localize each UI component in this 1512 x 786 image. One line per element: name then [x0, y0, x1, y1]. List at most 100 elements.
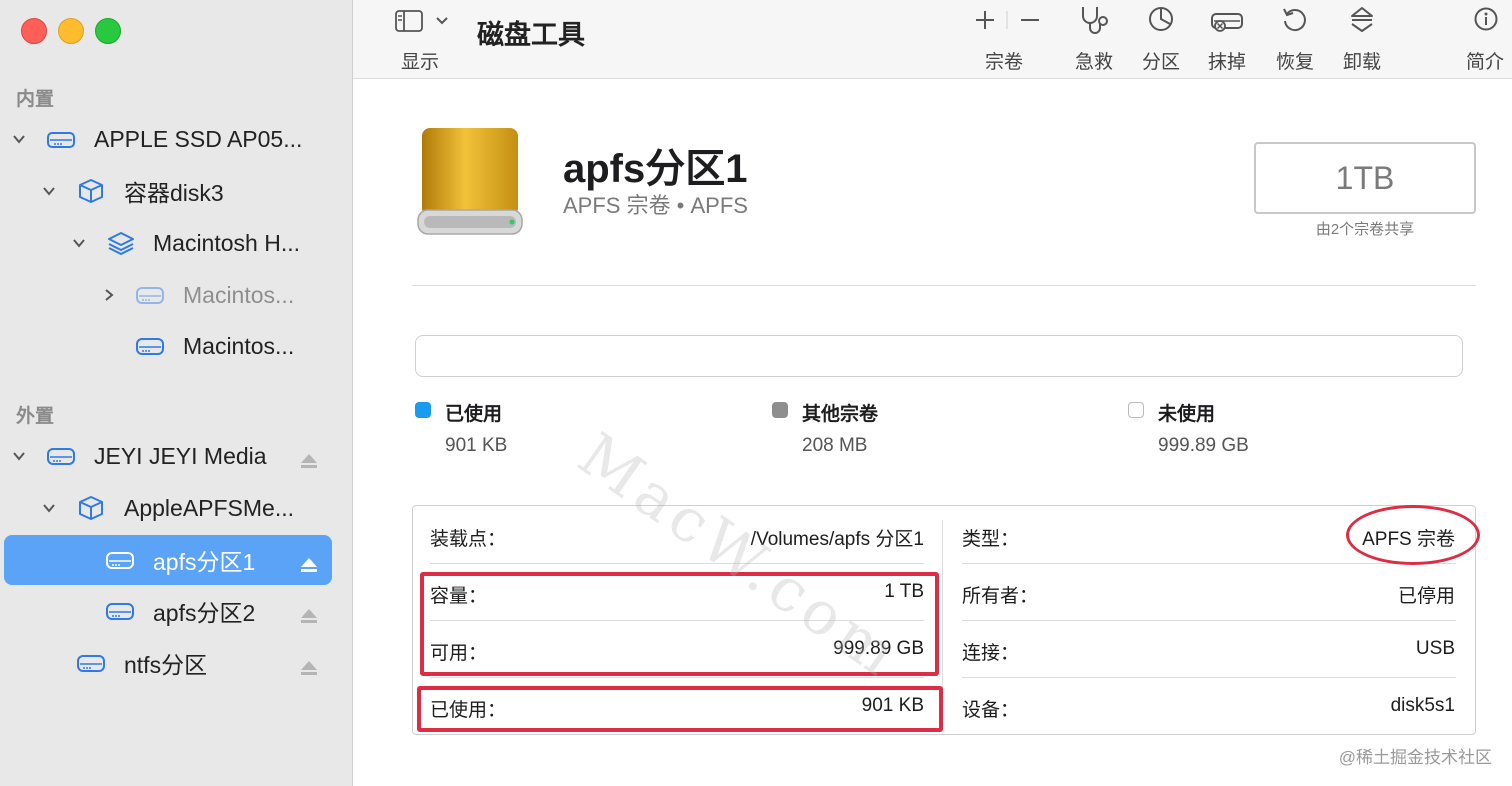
- eject-icon[interactable]: [300, 448, 318, 468]
- section-external-label: 外置: [16, 406, 55, 427]
- partition-button[interactable]: 分区: [1137, 0, 1185, 78]
- sidebar-view-icon: [395, 10, 448, 32]
- sidebar-item-label: ntfs分区: [124, 652, 208, 678]
- chevron-down-icon[interactable]: [10, 130, 28, 148]
- volume-drive-icon: [105, 548, 135, 572]
- sidebar-item-macintosh[interactable]: Macintos...: [4, 321, 332, 371]
- pie-chart-icon: [1149, 7, 1173, 31]
- row-divider: [962, 563, 1456, 564]
- chevron-down-icon[interactable]: [10, 447, 28, 465]
- sidebar-item-label: JEYI JEYI Media: [94, 442, 267, 469]
- sidebar-item-label: 容器disk3: [124, 180, 224, 206]
- sidebar-item-ntfs-partition[interactable]: ntfs分区: [4, 638, 332, 688]
- erase-drive-icon: [1211, 13, 1243, 32]
- restore-button[interactable]: 恢复: [1271, 0, 1319, 78]
- sidebar-item-label: APPLE SSD AP05...: [94, 125, 303, 152]
- section-internal-label: 内置: [16, 89, 55, 110]
- legend-name: 已使用: [445, 404, 503, 425]
- sidebar: 内置 APPLE SSD AP05... 容器disk3 Macintosh H…: [0, 0, 353, 786]
- type-key: 类型：: [962, 529, 1020, 550]
- credit-text: @稀土掘金技术社区: [1338, 748, 1492, 767]
- unmount-icon: [1351, 7, 1373, 32]
- info-label: 简介: [1465, 52, 1504, 73]
- partition-label: 分区: [1141, 52, 1180, 73]
- chevron-down-icon[interactable]: [40, 182, 58, 200]
- sidebar-item-container-disk3[interactable]: 容器disk3: [4, 166, 332, 216]
- legend-swatch: [415, 402, 431, 418]
- sidebar-item-label: apfs分区2: [153, 600, 256, 626]
- plus-minus-icon: [976, 11, 1039, 29]
- sidebar-item-apfs-partition-1[interactable]: apfs分区1: [4, 535, 332, 585]
- external-drive-icon: [46, 444, 76, 468]
- erase-label: 抹掉: [1207, 52, 1246, 73]
- stethoscope-icon: [1082, 7, 1108, 34]
- sidebar-item-apfs-container[interactable]: AppleAPFSMe...: [4, 483, 332, 533]
- usage-bar: [415, 335, 1463, 377]
- erase-button[interactable]: 抹掉: [1203, 0, 1251, 78]
- sidebar-item-label: Macintos...: [183, 281, 295, 308]
- capacity-display: 1TB: [1254, 142, 1476, 214]
- connection-value: USB: [1415, 638, 1455, 659]
- mount-point-key: 装载点：: [430, 529, 507, 550]
- sidebar-item-apfs-partition-2[interactable]: apfs分区2: [4, 586, 332, 636]
- sidebar-item-label: Macintosh H...: [153, 229, 300, 256]
- zoom-window-button[interactable]: [95, 18, 121, 44]
- sidebar-item-macintosh-dimmed[interactable]: Macintos...: [4, 270, 332, 320]
- close-window-button[interactable]: [21, 18, 47, 44]
- header-divider: [412, 285, 1476, 286]
- eject-icon[interactable]: [300, 655, 318, 675]
- legend-value: 999.89 GB: [1158, 435, 1249, 456]
- volume-drive-icon: [135, 283, 165, 307]
- container-cube-icon: [76, 178, 106, 203]
- sidebar-item-label: Macintos...: [183, 332, 295, 359]
- device-key: 设备：: [962, 700, 1020, 721]
- unmount-button[interactable]: 卸载: [1338, 0, 1386, 78]
- view-button[interactable]: 显示: [389, 0, 451, 78]
- legend-name: 其他宗卷: [802, 404, 879, 425]
- sidebar-item-jeyi-media[interactable]: JEYI JEYI Media: [4, 431, 332, 481]
- restore-icon: [1283, 8, 1306, 32]
- volume-drive-icon: [135, 334, 165, 358]
- first-aid-button[interactable]: 急救: [1069, 0, 1119, 78]
- volume-subtitle: APFS 宗卷 • APFS: [563, 193, 748, 218]
- legend-swatch: [772, 402, 788, 418]
- sidebar-item-label: apfs分区1: [153, 549, 256, 575]
- chevron-down-icon[interactable]: [70, 234, 88, 252]
- view-label: 显示: [400, 52, 439, 73]
- legend-other-volumes: 其他宗卷 208 MB: [772, 399, 1052, 463]
- eject-icon[interactable]: [300, 603, 318, 623]
- device-value: disk5s1: [1390, 695, 1455, 716]
- capacity-shared-note: 由2个宗卷共享: [1315, 221, 1415, 238]
- eject-icon[interactable]: [300, 552, 318, 572]
- app-title: 磁盘工具: [477, 20, 585, 50]
- volume-drive-icon: [105, 599, 135, 623]
- legend-free: 未使用 999.89 GB: [1128, 399, 1408, 463]
- layers-icon: [106, 230, 136, 255]
- info-button[interactable]: 简介: [1461, 0, 1509, 78]
- toolbar: 显示 磁盘工具 宗卷 急救 分区 抹掉 恢复 卸载 简介: [353, 0, 1512, 79]
- legend-name: 未使用: [1158, 404, 1216, 425]
- volume-name: apfs分区1: [563, 147, 748, 191]
- add-remove-volume-button[interactable]: 宗卷: [967, 0, 1047, 78]
- sidebar-item-apple-ssd[interactable]: APPLE SSD AP05...: [4, 114, 332, 164]
- first-aid-label: 急救: [1074, 52, 1113, 73]
- unmount-label: 卸载: [1342, 52, 1381, 73]
- row-divider: [962, 620, 1456, 621]
- container-cube-icon: [76, 495, 106, 520]
- minimize-window-button[interactable]: [58, 18, 84, 44]
- volume-drive-icon: [76, 651, 106, 675]
- legend-swatch: [1128, 402, 1144, 418]
- owners-key: 所有者：: [962, 586, 1039, 607]
- annotation-oval-type: [1346, 505, 1480, 565]
- external-drive-large-icon: [417, 128, 523, 235]
- sidebar-item-macintosh-hd-group[interactable]: Macintosh H...: [4, 218, 332, 268]
- chevron-down-icon[interactable]: [40, 499, 58, 517]
- row-divider: [430, 677, 924, 678]
- chevron-right-icon[interactable]: [100, 286, 118, 304]
- restore-label: 恢复: [1275, 52, 1314, 73]
- annotation-box-used: [417, 686, 943, 732]
- row-divider: [962, 677, 1456, 678]
- connection-key: 连接：: [962, 643, 1020, 664]
- internal-drive-icon: [46, 127, 76, 151]
- add-remove-label: 宗卷: [984, 52, 1023, 73]
